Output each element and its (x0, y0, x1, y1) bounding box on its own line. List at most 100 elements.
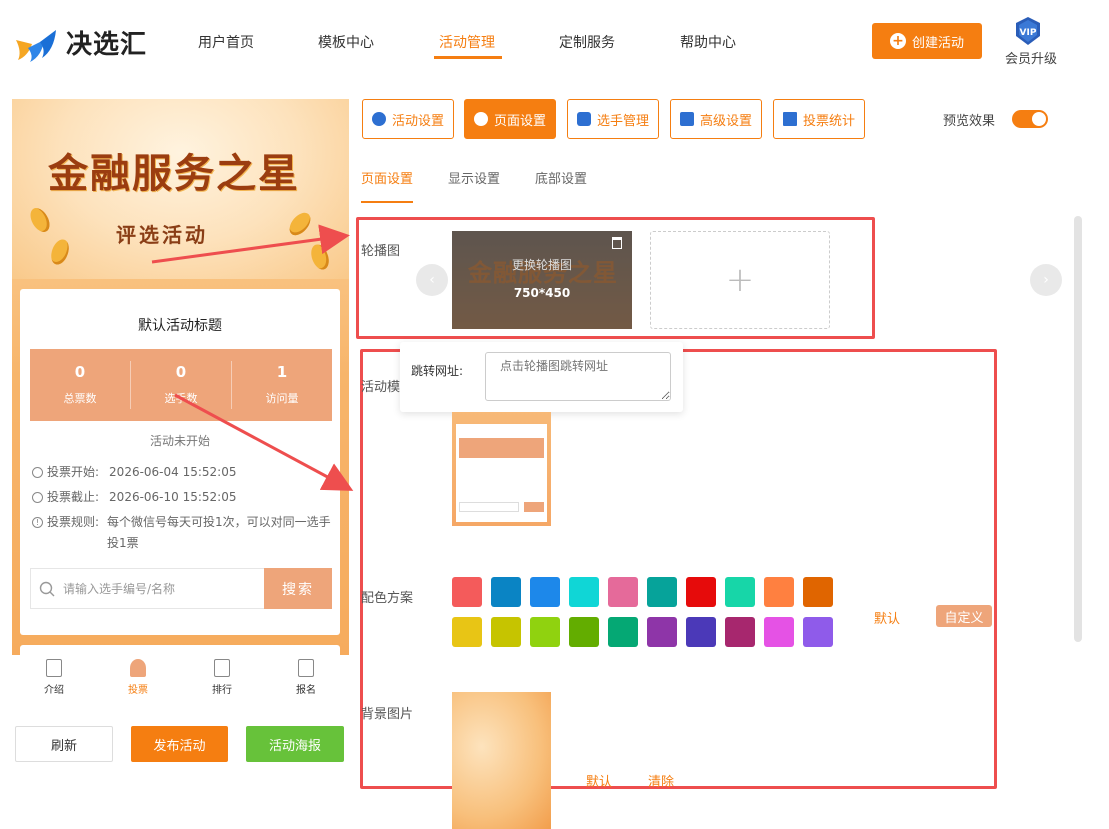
color-swatch[interactable] (530, 617, 560, 647)
tab-vote[interactable]: 投票 (96, 659, 180, 696)
badge-icon (298, 659, 314, 677)
color-swatch[interactable] (764, 577, 794, 607)
color-swatch[interactable] (491, 617, 521, 647)
tool-label: 页面设置 (493, 113, 546, 129)
add-carousel-button[interactable]: + (650, 231, 830, 329)
color-swatch[interactable] (569, 577, 599, 607)
nav-active-underline (434, 56, 502, 59)
clock-icon (32, 492, 43, 503)
color-swatch[interactable] (608, 617, 638, 647)
activity-settings-button[interactable]: 活动设置 (362, 99, 454, 139)
banner-subtitle: 评选活动 (116, 223, 208, 247)
preview-effect-toggle[interactable] (1012, 110, 1048, 128)
plus-icon: + (725, 260, 755, 300)
carousel-prev-button[interactable]: ‹ (416, 264, 448, 296)
template-label: 活动模 (361, 380, 401, 395)
clock-icon (32, 467, 43, 478)
jump-url-input[interactable] (485, 352, 671, 401)
toggle-knob (1032, 112, 1046, 126)
coin-decoration (308, 242, 332, 272)
carousel-size: 750*450 (513, 286, 571, 300)
create-activity-label: 创建活动 (911, 35, 964, 51)
color-custom-button[interactable]: 自定义 (936, 605, 992, 627)
color-scheme-label: 配色方案 (361, 591, 414, 606)
tab-intro[interactable]: 介绍 (12, 659, 96, 696)
tool-label: 投票统计 (802, 113, 855, 129)
nav-templates[interactable]: 模板中心 (318, 32, 374, 52)
vip-icon[interactable]: VIP (1013, 16, 1043, 46)
activity-title: 默认活动标题 (138, 318, 222, 334)
page-settings-button[interactable]: 页面设置 (464, 99, 556, 139)
background-image-thumbnail[interactable] (452, 692, 551, 829)
stat-visits: 1 访问量 (232, 361, 332, 409)
coin-decoration (48, 237, 72, 267)
vote-rule-label: 投票规则: (47, 515, 100, 529)
logo-text[interactable]: 决选汇 (66, 24, 147, 61)
stat-contestants: 0 选手数 (131, 361, 232, 409)
subtab-page-settings[interactable]: 页面设置 (361, 168, 413, 187)
vote-start-label: 投票开始: (47, 465, 100, 479)
jump-url-label: 跳转网址: (411, 364, 464, 378)
advanced-settings-button[interactable]: 高级设置 (670, 99, 762, 139)
color-swatch[interactable] (725, 617, 755, 647)
vote-end-label: 投票截止: (47, 490, 100, 504)
vip-upgrade-label[interactable]: 会员升级 (1005, 48, 1057, 67)
stat-label: 总票数 (63, 392, 97, 405)
color-default-link[interactable]: 默认 (874, 608, 900, 627)
color-swatch[interactable] (608, 577, 638, 607)
nav-home[interactable]: 用户首页 (198, 32, 254, 52)
color-swatch[interactable] (452, 617, 482, 647)
sliders-icon (679, 112, 694, 126)
tab-signup[interactable]: 报名 (264, 659, 348, 696)
background-clear-link[interactable]: 清除 (648, 771, 674, 790)
activity-poster-button[interactable]: 活动海报 (246, 726, 344, 762)
color-swatch[interactable] (803, 577, 833, 607)
tab-ranking[interactable]: 排行 (180, 659, 264, 696)
gear-icon (473, 112, 488, 126)
nav-custom-service[interactable]: 定制服务 (559, 32, 615, 52)
color-swatch[interactable] (725, 577, 755, 607)
stat-label: 访问量 (265, 392, 299, 405)
color-swatch[interactable] (491, 577, 521, 607)
template-thumbnail[interactable] (452, 412, 551, 540)
background-image-label: 背景图片 (361, 707, 414, 722)
color-swatch[interactable] (647, 617, 677, 647)
create-activity-button[interactable]: + 创建活动 (872, 23, 982, 59)
publish-activity-button[interactable]: 发布活动 (131, 726, 228, 762)
color-swatch[interactable] (569, 617, 599, 647)
color-swatch[interactable] (647, 577, 677, 607)
tool-label: 选手管理 (596, 113, 649, 129)
color-swatch[interactable] (686, 617, 716, 647)
contestant-search-input[interactable]: 请输入选手编号/名称 (30, 568, 265, 609)
coin-decoration (285, 208, 315, 240)
vote-rule-value: 每个微信号每天可投1次，可以对同一选手投1票 (107, 515, 331, 550)
search-button[interactable]: 搜索 (264, 568, 332, 609)
scrollbar[interactable] (1074, 216, 1082, 642)
carousel-image-overlay (452, 231, 632, 329)
nav-activity-management[interactable]: 活动管理 (439, 32, 495, 52)
activity-card: 默认活动标题 0 总票数 0 选手数 1 访问量 活动未开始 投票开始: 202… (20, 289, 340, 635)
nav-help-center[interactable]: 帮助中心 (680, 32, 736, 52)
carousel-image[interactable]: 金融服务之星 更换轮播图 750*450 (452, 231, 632, 329)
refresh-button[interactable]: 刷新 (15, 726, 113, 762)
thumbnail-tabbar (452, 526, 551, 540)
background-default-link[interactable]: 默认 (586, 771, 612, 790)
plus-icon: + (889, 33, 906, 49)
vote-rule-row: ! 投票规则: 每个微信号每天可投1次，可以对同一选手投1票 (32, 512, 332, 554)
search-icon (39, 581, 55, 596)
trash-icon[interactable] (612, 237, 622, 249)
replace-carousel-button[interactable]: 更换轮播图 (452, 256, 632, 273)
subtab-footer-settings[interactable]: 底部设置 (535, 168, 587, 187)
vote-statistics-button[interactable]: 投票统计 (773, 99, 865, 139)
color-swatch[interactable] (803, 617, 833, 647)
vote-end-row: 投票截止: 2026-06-10 15:52:05 (32, 487, 237, 508)
contestant-management-button[interactable]: 选手管理 (567, 99, 659, 139)
subtab-display-settings[interactable]: 显示设置 (448, 168, 500, 187)
color-swatch[interactable] (764, 617, 794, 647)
tab-label: 排行 (212, 685, 232, 696)
carousel-next-button[interactable]: › (1030, 264, 1062, 296)
color-swatch[interactable] (452, 577, 482, 607)
color-swatch[interactable] (686, 577, 716, 607)
vote-start-row: 投票开始: 2026-06-04 15:52:05 (32, 462, 237, 483)
color-swatch[interactable] (530, 577, 560, 607)
